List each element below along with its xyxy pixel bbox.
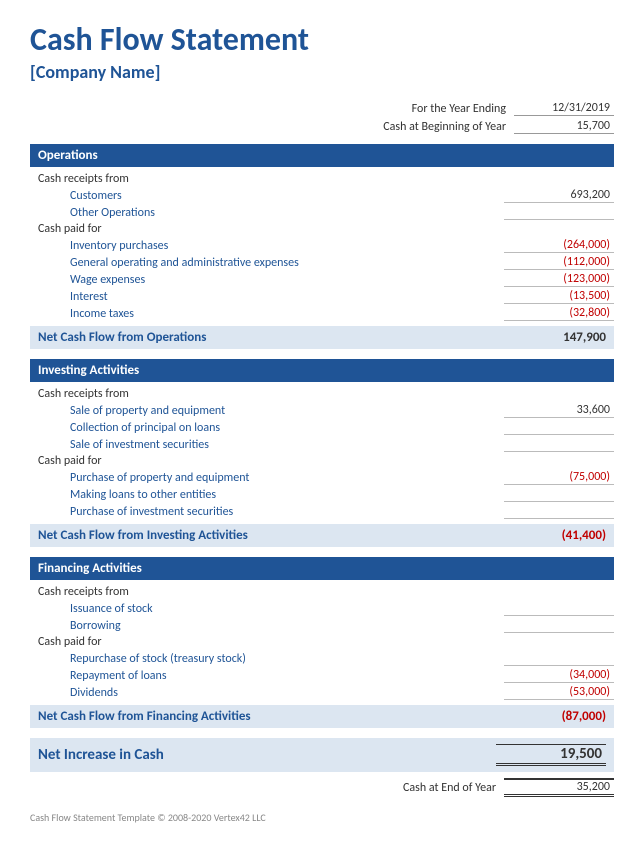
ops-taxes-row: Income taxes (32,800)	[30, 305, 614, 322]
financing-receipts-label: Cash receipts from	[30, 584, 614, 600]
inv-loans-label: Making loans to other entities	[30, 488, 504, 502]
fin-net-value: (87,000)	[496, 709, 606, 724]
investing-header: Investing Activities	[30, 359, 614, 382]
fin-issuance-row: Issuance of stock	[30, 600, 614, 617]
company-name: [Company Name]	[30, 61, 614, 83]
cash-beginning-row: Cash at Beginning of Year 15,700	[30, 119, 614, 134]
ops-taxes-label: Income taxes	[30, 307, 504, 321]
inv-sale-sec-value	[504, 437, 614, 452]
inv-sale-prop-row: Sale of property and equipment 33,600	[30, 402, 614, 419]
inv-sale-sec-label: Sale of investment securities	[30, 438, 504, 452]
ops-interest-label: Interest	[30, 290, 504, 304]
inv-net-row: Net Cash Flow from Investing Activities …	[30, 524, 614, 547]
inv-sale-prop-label: Sale of property and equipment	[30, 404, 504, 418]
fin-repurchase-label: Repurchase of stock (treasury stock)	[30, 652, 504, 666]
year-ending-label: For the Year Ending	[412, 102, 506, 116]
cash-end-value: 35,200	[504, 778, 614, 797]
ops-net-row: Net Cash Flow from Operations 147,900	[30, 326, 614, 349]
inv-sale-prop-value: 33,600	[504, 403, 614, 418]
page-title: Cash Flow Statement	[30, 20, 614, 59]
year-ending-row: For the Year Ending 12/31/2019	[30, 101, 614, 116]
fin-net-label: Net Cash Flow from Financing Activities	[38, 709, 251, 724]
year-ending-value: 12/31/2019	[514, 101, 614, 116]
operations-paid-label: Cash paid for	[30, 221, 614, 237]
net-increase-label: Net Increase in Cash	[38, 746, 164, 764]
net-increase-row: Net Increase in Cash 19,500	[30, 738, 614, 772]
cash-end-row: Cash at End of Year 35,200	[30, 778, 614, 797]
ops-interest-value: (13,500)	[504, 289, 614, 304]
inv-purchase-sec-row: Purchase of investment securities	[30, 503, 614, 520]
financing-paid-label: Cash paid for	[30, 634, 614, 650]
ops-interest-row: Interest (13,500)	[30, 288, 614, 305]
net-increase-value: 19,500	[496, 744, 606, 766]
ops-wage-row: Wage expenses (123,000)	[30, 271, 614, 288]
ops-wage-value: (123,000)	[504, 272, 614, 287]
ops-wage-label: Wage expenses	[30, 273, 504, 287]
fin-dividends-row: Dividends (53,000)	[30, 684, 614, 701]
fin-net-row: Net Cash Flow from Financing Activities …	[30, 705, 614, 728]
ops-inventory-label: Inventory purchases	[30, 239, 504, 253]
inv-sale-sec-row: Sale of investment securities	[30, 436, 614, 453]
inv-purchase-prop-value: (75,000)	[504, 470, 614, 485]
fin-issuance-value	[504, 601, 614, 616]
operations-customers-label: Customers	[30, 189, 504, 203]
fin-repurchase-value	[504, 651, 614, 666]
inv-net-label: Net Cash Flow from Investing Activities	[38, 528, 248, 543]
cash-beginning-value: 15,700	[514, 119, 614, 134]
inv-collection-value	[504, 420, 614, 435]
inv-purchase-sec-label: Purchase of investment securities	[30, 505, 504, 519]
fin-issuance-label: Issuance of stock	[30, 602, 504, 616]
fin-repurchase-row: Repurchase of stock (treasury stock)	[30, 650, 614, 667]
fin-borrowing-label: Borrowing	[30, 619, 504, 633]
fin-dividends-label: Dividends	[30, 686, 504, 700]
ops-general-row: General operating and administrative exp…	[30, 254, 614, 271]
cash-end-label: Cash at End of Year	[403, 781, 496, 795]
inv-purchase-sec-value	[504, 504, 614, 519]
inv-collection-row: Collection of principal on loans	[30, 419, 614, 436]
operations-other-ops-row: Other Operations	[30, 204, 614, 221]
cash-beginning-label: Cash at Beginning of Year	[383, 120, 506, 134]
ops-inventory-row: Inventory purchases (264,000)	[30, 237, 614, 254]
inv-loans-row: Making loans to other entities	[30, 486, 614, 503]
inv-net-value: (41,400)	[496, 528, 606, 543]
copyright: Cash Flow Statement Template © 2008-2020…	[30, 811, 614, 824]
ops-inventory-value: (264,000)	[504, 238, 614, 253]
investing-paid-label: Cash paid for	[30, 453, 614, 469]
fin-borrowing-row: Borrowing	[30, 617, 614, 634]
operations-customers-row: Customers 693,200	[30, 187, 614, 204]
inv-collection-label: Collection of principal on loans	[30, 421, 504, 435]
fin-dividends-value: (53,000)	[504, 685, 614, 700]
fin-borrowing-value	[504, 618, 614, 633]
operations-receipts-label: Cash receipts from	[30, 171, 614, 187]
inv-purchase-prop-row: Purchase of property and equipment (75,0…	[30, 469, 614, 486]
fin-repayment-row: Repayment of loans (34,000)	[30, 667, 614, 684]
operations-header: Operations	[30, 144, 614, 167]
ops-taxes-value: (32,800)	[504, 306, 614, 321]
inv-purchase-prop-label: Purchase of property and equipment	[30, 471, 504, 485]
fin-repayment-value: (34,000)	[504, 668, 614, 683]
ops-net-value: 147,900	[496, 330, 606, 345]
ops-net-label: Net Cash Flow from Operations	[38, 330, 206, 345]
ops-general-label: General operating and administrative exp…	[30, 256, 504, 270]
fin-repayment-label: Repayment of loans	[30, 669, 504, 683]
operations-other-ops-label: Other Operations	[30, 206, 504, 220]
inv-loans-value	[504, 487, 614, 502]
operations-customers-value: 693,200	[504, 188, 614, 203]
operations-other-ops-value	[504, 205, 614, 220]
financing-header: Financing Activities	[30, 557, 614, 580]
investing-receipts-label: Cash receipts from	[30, 386, 614, 402]
ops-general-value: (112,000)	[504, 255, 614, 270]
